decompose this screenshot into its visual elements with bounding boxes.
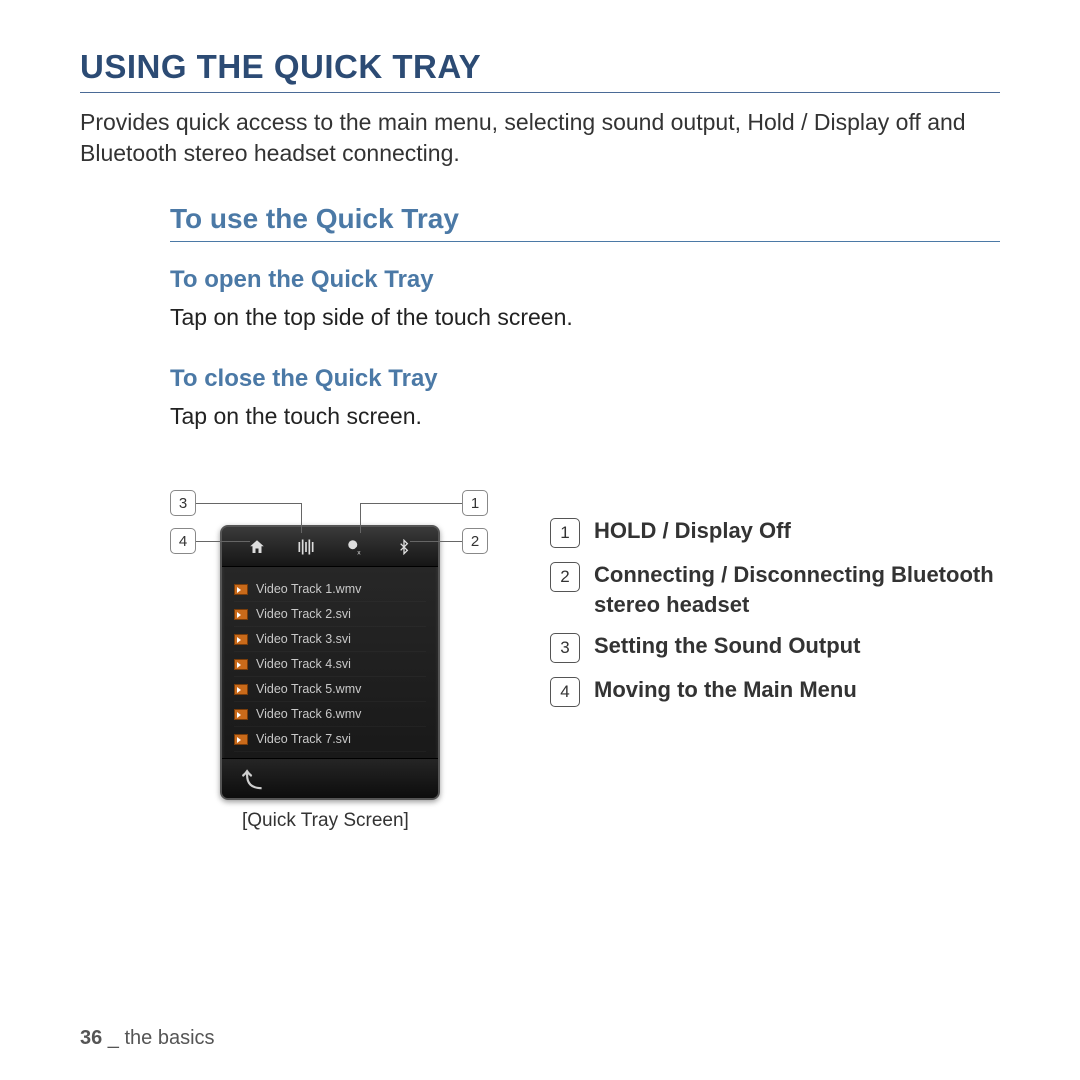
page-title: USING THE QUICK TRAY [80,48,1000,93]
list-item[interactable]: Video Track 2.svi [234,602,426,627]
video-file-icon [234,684,248,695]
video-file-icon [234,584,248,595]
device-diagram: 3 4 1 2 [170,490,500,832]
callout-3: 3 [170,490,196,516]
legend-text: Setting the Sound Output [594,631,860,661]
legend-number: 2 [550,562,580,592]
callout-2: 2 [462,528,488,554]
bluetooth-icon[interactable] [393,536,415,558]
footer-sep: _ [102,1027,124,1049]
track-label: Video Track 2.svi [256,607,351,621]
chapter-name: the basics [125,1027,215,1049]
hold-display-off-icon[interactable]: x [344,536,366,558]
section-title: To use the Quick Tray [170,203,1000,242]
legend-text: Connecting / Disconnecting Bluetooth ste… [594,560,1000,619]
list-item[interactable]: Video Track 1.wmv [234,577,426,602]
callout-1: 1 [462,490,488,516]
legend-number: 4 [550,677,580,707]
track-label: Video Track 7.svi [256,732,351,746]
video-file-icon [234,734,248,745]
list-item[interactable]: Video Track 5.wmv [234,677,426,702]
legend-number: 3 [550,633,580,663]
open-body: Tap on the top side of the touch screen. [170,304,1000,331]
device-footer: ⤴ [222,758,438,798]
legend-item-3: 3 Setting the Sound Output [550,631,1000,663]
legend-text: HOLD / Display Off [594,516,791,546]
track-label: Video Track 3.svi [256,632,351,646]
video-file-icon [234,634,248,645]
legend-text: Moving to the Main Menu [594,675,857,705]
close-heading: To close the Quick Tray [170,365,1000,393]
legend-item-1: 1 HOLD / Display Off [550,516,1000,548]
intro-text: Provides quick access to the main menu, … [80,107,1000,169]
diagram-caption: [Quick Tray Screen] [242,810,500,832]
legend-item-4: 4 Moving to the Main Menu [550,675,1000,707]
close-body: Tap on the touch screen. [170,403,1000,430]
track-label: Video Track 6.wmv [256,707,361,721]
video-file-icon [234,659,248,670]
legend-item-2: 2 Connecting / Disconnecting Bluetooth s… [550,560,1000,619]
page-footer: 36 _ the basics [80,1027,215,1050]
list-item[interactable]: Video Track 6.wmv [234,702,426,727]
list-item[interactable]: Video Track 4.svi [234,652,426,677]
legend: 1 HOLD / Display Off 2 Connecting / Disc… [550,490,1000,719]
page-number: 36 [80,1027,102,1049]
back-icon[interactable]: ⤴ [242,764,262,793]
open-heading: To open the Quick Tray [170,266,1000,294]
video-file-icon [234,609,248,620]
track-list: Video Track 1.wmv Video Track 2.svi Vide… [222,567,438,758]
list-item[interactable]: Video Track 7.svi [234,727,426,752]
track-label: Video Track 4.svi [256,657,351,671]
home-icon[interactable] [246,536,268,558]
sound-output-icon[interactable] [295,536,317,558]
video-file-icon [234,709,248,720]
track-label: Video Track 1.wmv [256,582,361,596]
legend-number: 1 [550,518,580,548]
track-label: Video Track 5.wmv [256,682,361,696]
list-item[interactable]: Video Track 3.svi [234,627,426,652]
quick-tray-bar: x [222,527,438,567]
callout-4: 4 [170,528,196,554]
device-mockup: x Video Track 1.wmv Video Track 2.svi Vi… [220,525,440,800]
